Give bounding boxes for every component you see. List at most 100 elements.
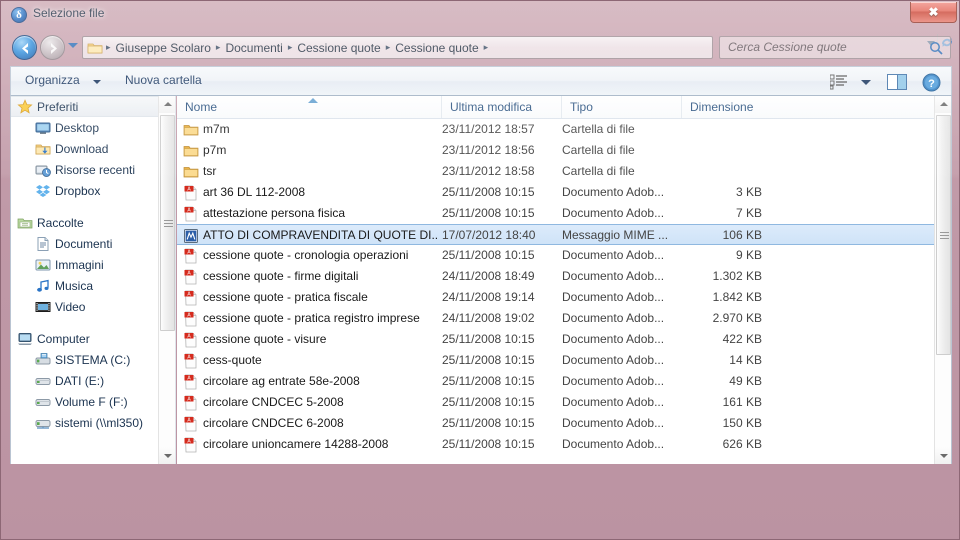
new-folder-button[interactable]: Nuova cartella — [125, 73, 202, 87]
file-name: circolare unioncamere 14288-2008 — [203, 437, 389, 452]
sidebar-item-label: sistemi (\\ml350) — [55, 415, 144, 430]
view-dropdown-button[interactable] — [861, 80, 871, 85]
file-list-pane: Nome Ultima modifica Tipo Dimensione m7m… — [177, 96, 952, 464]
pdf-icon: A — [184, 311, 197, 327]
table-row[interactable]: tsr 23/11/2012 18:58 Cartella di file — [177, 161, 934, 182]
table-row[interactable]: Acessione quote - pratica fiscale 24/11/2… — [177, 287, 934, 308]
table-row[interactable]: Acircolare CNDCEC 6-2008 25/11/2008 10:15… — [177, 413, 934, 434]
file-type-cell: Cartella di file — [562, 164, 635, 178]
organize-menu-button[interactable]: Organizza — [25, 73, 80, 87]
preview-pane-icon[interactable] — [887, 74, 907, 90]
folder-icon — [183, 145, 199, 157]
scrollbar-thumb[interactable] — [160, 115, 175, 331]
folder-icon — [87, 43, 103, 53]
table-row[interactable]: Acircolare CNDCEC 5-2008 25/11/2008 10:15… — [177, 392, 934, 413]
scroll-up-button[interactable] — [935, 96, 951, 113]
file-modified-cell: 23/11/2012 18:56 — [442, 143, 535, 157]
file-modified-cell: 24/11/2008 18:49 — [442, 269, 535, 283]
sidebar-item-dropbox[interactable]: Dropbox — [11, 180, 175, 201]
sidebar-group-raccolte[interactable]: Raccolte — [11, 212, 175, 233]
sidebar-group-spacer — [11, 201, 175, 212]
file-modified-cell: 23/11/2012 18:57 — [442, 122, 535, 136]
file-modified-cell: 25/11/2008 10:15 — [442, 437, 535, 451]
table-row[interactable]: Acessione quote - firme digitali 24/11/20… — [177, 266, 934, 287]
title-bar: δ Selezione file ✖ — [1, 1, 959, 31]
sidebar-group-preferiti[interactable]: Preferiti — [11, 96, 175, 117]
breadcrumb-separator[interactable]: ▸ — [483, 42, 490, 53]
forward-button[interactable] — [40, 35, 65, 60]
table-row[interactable]: Acessione quote - pratica registro impre… — [177, 308, 934, 329]
window-title: Selezione file — [33, 6, 105, 20]
table-row[interactable]: Acessione quote - visure 25/11/2008 10:15… — [177, 329, 934, 350]
sidebar-list: Preferiti Desktop Download Risorse recenti D… — [11, 96, 175, 433]
breadcrumb-item-2[interactable]: Cessione quote — [293, 40, 384, 56]
dropbox-icon — [36, 184, 50, 197]
file-list-scrollbar[interactable] — [934, 96, 951, 464]
scroll-down-button[interactable] — [159, 447, 175, 464]
chevron-down-icon[interactable] — [93, 80, 101, 84]
file-name-cell: Aart 36 DL 112-2008 — [183, 182, 438, 203]
sidebar-item-musica[interactable]: Musica — [11, 275, 175, 296]
history-dropdown-button[interactable] — [68, 43, 78, 48]
file-size-cell: 150 KB — [722, 416, 762, 430]
file-type-cell: Documento Adob... — [562, 416, 665, 430]
help-icon[interactable]: ? — [922, 73, 941, 92]
column-header-tipo[interactable]: Tipo — [562, 96, 682, 118]
search-input[interactable]: Cerca Cessione quote — [728, 40, 847, 54]
file-modified-cell: 25/11/2008 10:15 — [442, 248, 535, 262]
list-view-icon[interactable] — [830, 74, 848, 90]
address-bar[interactable]: ▸ Giuseppe Scolaro ▸ Documenti ▸ Cession… — [82, 36, 713, 59]
file-size-cell: 9 KB — [735, 248, 762, 262]
breadcrumb-item-3[interactable]: Cessione quote — [391, 40, 482, 56]
drive-icon — [35, 398, 51, 406]
file-name: p7m — [203, 143, 227, 158]
table-row[interactable]: p7m 23/11/2012 18:56 Cartella di file — [177, 140, 934, 161]
scroll-down-button[interactable] — [935, 447, 951, 464]
file-name-cell: Acircolare CNDCEC 6-2008 — [183, 413, 438, 434]
table-row[interactable]: Aart 36 DL 112-2008 25/11/2008 10:15 Docum… — [177, 182, 934, 203]
table-row[interactable]: Acircolare ag entrate 58e-2008 25/11/2008… — [177, 371, 934, 392]
file-size-cell: 1.842 KB — [712, 290, 762, 304]
file-size-cell: 106 KB — [722, 228, 762, 242]
breadcrumb-item-0[interactable]: Giuseppe Scolaro — [112, 40, 215, 56]
back-button[interactable] — [12, 35, 37, 60]
sidebar-item-risorse-recenti[interactable]: Risorse recenti — [11, 159, 175, 180]
search-box[interactable]: Cerca Cessione quote — [719, 36, 951, 59]
sidebar-item-video[interactable]: Video — [11, 296, 175, 317]
file-name-cell: Acessione quote - firme digitali — [183, 266, 438, 287]
sidebar-group-computer[interactable]: Computer — [11, 328, 175, 349]
table-row[interactable]: m7m 23/11/2012 18:57 Cartella di file — [177, 119, 934, 140]
scrollbar-thumb[interactable] — [936, 115, 951, 355]
table-row[interactable]: Acessione quote - cronologia operazioni 2… — [177, 245, 934, 266]
sidebar-scrollbar[interactable] — [158, 96, 175, 464]
sidebar-item-volume-f-f[interactable]: Volume F (F:) — [11, 391, 175, 412]
column-header-ultima-modifica[interactable]: Ultima modifica — [442, 96, 562, 118]
file-type-cell: Documento Adob... — [562, 332, 665, 346]
sidebar-item-immagini[interactable]: Immagini — [11, 254, 175, 275]
table-row[interactable]: Aattestazione persona fisica 25/11/2008 1… — [177, 203, 934, 224]
table-row[interactable]: ATTO DI COMPRAVENDITA DI QUOTE DI... 17/0… — [177, 224, 934, 245]
breadcrumb-item-1[interactable]: Documenti — [221, 40, 286, 56]
file-type-cell: Documento Adob... — [562, 248, 665, 262]
sidebar-item-dati-e[interactable]: DATI (E:) — [11, 370, 175, 391]
mime-icon — [184, 228, 198, 243]
table-row[interactable]: Acircolare unioncamere 14288-2008 25/11/2… — [177, 434, 934, 455]
search-icon — [930, 42, 943, 55]
documents-icon — [37, 236, 49, 251]
file-type-cell: Documento Adob... — [562, 290, 665, 304]
scroll-up-button[interactable] — [159, 96, 175, 113]
sidebar-item-sistema-c[interactable]: SISTEMA (C:) — [11, 349, 175, 370]
sidebar-item-download[interactable]: Download — [11, 138, 175, 159]
sidebar-item-sistemi-ml350[interactable]: sistemi (\\ml350) — [11, 412, 175, 433]
column-header-dimensione[interactable]: Dimensione — [682, 96, 772, 118]
sidebar-item-label: Desktop — [55, 120, 100, 135]
sidebar-item-documenti[interactable]: Documenti — [11, 233, 175, 254]
libraries-icon — [17, 218, 33, 228]
sidebar-item-desktop[interactable]: Desktop — [11, 117, 175, 138]
file-size-cell: 626 KB — [722, 437, 762, 451]
sidebar-item-label: Video — [55, 299, 86, 314]
file-name: ATTO DI COMPRAVENDITA DI QUOTE DI... — [203, 228, 438, 243]
close-button[interactable]: ✖ — [910, 2, 957, 23]
table-row[interactable]: Acess-quote 25/11/2008 10:15 Documento Ado… — [177, 350, 934, 371]
file-type-cell: Documento Adob... — [562, 269, 665, 283]
